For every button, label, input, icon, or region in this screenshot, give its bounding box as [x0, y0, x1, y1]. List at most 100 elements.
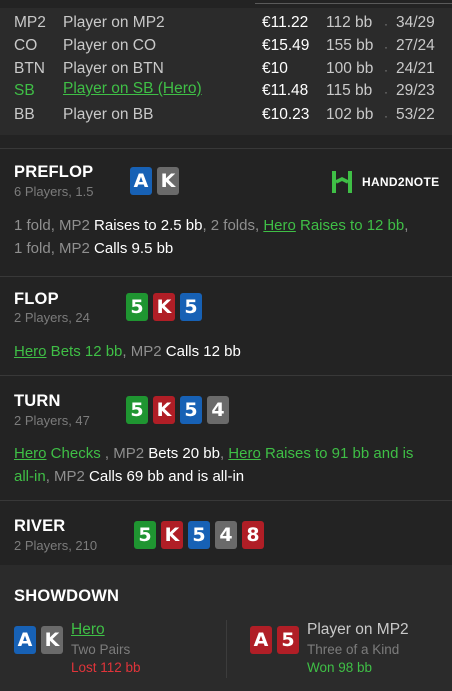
hero-link[interactable]: Hero: [14, 445, 47, 462]
action-line: Hero Bets 12 bb, MP2 Calls 12 bb: [14, 340, 444, 363]
player-stats: 29/23: [396, 82, 435, 99]
separator-dot: ·: [384, 63, 388, 77]
action-text: Calls 9.5 bb: [94, 240, 174, 257]
player-stack: €10: [262, 60, 288, 77]
turn-actions: Hero Checks , MP2 Bets 20 bb, Hero Raise…: [14, 442, 444, 488]
action-text: , MP2: [104, 445, 149, 462]
top-divider: [255, 3, 452, 4]
action-text: Calls 69 bb and is all-in: [89, 468, 245, 485]
player-row[interactable]: CO Player on CO €15.49 155 bb · 27/24: [0, 35, 452, 57]
action-text: Raises to 12 bb: [295, 217, 405, 234]
player-stats: 24/21: [396, 60, 435, 77]
player-stack-bb: 155 bb: [326, 37, 374, 54]
action-text: Bets 12 bb: [46, 343, 123, 360]
villain-name[interactable]: Player on MP2: [307, 621, 409, 639]
street-subtitle: 6 Players, 1.5: [14, 184, 94, 199]
board-card: 5: [134, 521, 156, 549]
villain-hand-rank: Three of a Kind: [307, 642, 400, 657]
flop-section: FLOP 2 Players, 24 5 K 5 Hero Bets 12 bb…: [0, 276, 452, 375]
villain-hole-card: A: [250, 626, 272, 654]
street-title: TURN: [14, 392, 61, 410]
board-card: K: [161, 521, 183, 549]
action-text: all-in: [14, 468, 46, 485]
player-name[interactable]: Player on MP2: [63, 14, 165, 32]
player-stack-bb: 115 bb: [326, 82, 373, 99]
action-text: Bets 20 bb: [148, 445, 220, 462]
player-name[interactable]: Player on BB: [63, 106, 153, 124]
action-text: , MP2: [122, 343, 166, 360]
action-line: 1 fold, MP2 Calls 9.5 bb: [14, 237, 444, 260]
hero-hand-rank: Two Pairs: [71, 642, 131, 657]
board-card: 8: [242, 521, 264, 549]
action-text: Calls 12 bb: [165, 343, 241, 360]
board-card: 5: [188, 521, 210, 549]
player-position: MP2: [14, 14, 46, 31]
player-name[interactable]: Player on BTN: [63, 60, 164, 78]
action-text: Raises to 91 bb and is: [260, 445, 414, 462]
player-position: CO: [14, 37, 38, 54]
river-section: RIVER 2 Players, 210 5 K 5 4 8: [0, 500, 452, 565]
hero-name-link[interactable]: Hero: [71, 621, 105, 639]
villain-result: Won 98 bb: [307, 660, 373, 675]
street-subtitle: 2 Players, 210: [14, 538, 98, 553]
separator-dot: ·: [384, 17, 388, 31]
player-name[interactable]: Player on SB (Hero): [63, 80, 202, 98]
player-position: SB: [14, 82, 35, 99]
hole-card: K: [157, 167, 179, 195]
action-line: Hero Checks , MP2 Bets 20 bb, Hero Raise…: [14, 442, 444, 465]
player-name[interactable]: Player on CO: [63, 37, 156, 55]
board-card: 5: [126, 293, 148, 321]
h2n-logo-icon: [332, 171, 352, 193]
hole-card: A: [130, 167, 152, 195]
board-card: 4: [207, 396, 229, 424]
player-stack: €15.49: [262, 37, 310, 54]
board-card: 5: [126, 396, 148, 424]
action-text: , MP2: [45, 468, 90, 485]
board-card: 4: [215, 521, 237, 549]
flop-actions: Hero Bets 12 bb, MP2 Calls 12 bb: [14, 340, 444, 363]
board-card: 5: [180, 396, 202, 424]
top-edge: [0, 0, 452, 8]
action-text: ,: [404, 217, 409, 234]
player-row[interactable]: MP2 Player on MP2 €11.22 112 bb · 34/29: [0, 12, 452, 34]
action-text: , 2 folds,: [202, 217, 264, 234]
hero-hole-card: A: [14, 626, 36, 654]
street-title: RIVER: [14, 517, 66, 535]
player-position: BTN: [14, 60, 45, 77]
action-text: 1 fold, MP2: [14, 240, 95, 257]
player-stats: 53/22: [396, 106, 435, 123]
hero-link[interactable]: Hero: [14, 343, 47, 360]
hero-hole-card: K: [41, 626, 63, 654]
player-position: BB: [14, 106, 35, 123]
street-title: PREFLOP: [14, 163, 94, 181]
preflop-actions: 1 fold, MP2 Raises to 2.5 bb, 2 folds, H…: [14, 214, 444, 260]
hand2note-logo: HAND2NOTE: [331, 170, 441, 194]
player-row[interactable]: BB Player on BB €10.23 102 bb · 53/22: [0, 104, 452, 126]
logo-text: HAND2NOTE: [362, 175, 440, 189]
showdown-title: SHOWDOWN: [14, 587, 120, 605]
action-text: 1 fold, MP2: [14, 217, 95, 234]
player-stack: €10.23: [262, 106, 310, 123]
street-subtitle: 2 Players, 47: [14, 413, 90, 428]
action-line: 1 fold, MP2 Raises to 2.5 bb, 2 folds, H…: [14, 214, 444, 237]
street-title: FLOP: [14, 290, 59, 308]
players-table: MP2 Player on MP2 €11.22 112 bb · 34/29 …: [0, 8, 452, 135]
separator-dot: ·: [384, 85, 388, 99]
player-stats: 34/29: [396, 14, 435, 31]
turn-section: TURN 2 Players, 47 5 K 5 4 Hero Checks ,…: [0, 375, 452, 500]
separator-dot: ·: [384, 109, 388, 123]
player-row-hero[interactable]: SB Player on SB (Hero) €11.48 115 bb · 2…: [0, 80, 452, 102]
hero-link[interactable]: Hero: [228, 445, 261, 462]
hero-link[interactable]: Hero: [263, 217, 296, 234]
action-text: Checks: [46, 445, 105, 462]
player-stack: €11.22: [262, 14, 309, 31]
board-card: 5: [180, 293, 202, 321]
player-row[interactable]: BTN Player on BTN €10 100 bb · 24/21: [0, 58, 452, 80]
player-stack-bb: 100 bb: [326, 60, 374, 77]
action-text: Raises to 2.5 bb: [94, 217, 203, 234]
hero-result: Lost 112 bb: [71, 660, 141, 675]
separator-dot: ·: [384, 40, 388, 54]
preflop-section: PREFLOP 6 Players, 1.5 A K 1 fold, MP2 R…: [0, 148, 452, 270]
player-stack-bb: 102 bb: [326, 106, 374, 123]
villain-hole-card: 5: [277, 626, 299, 654]
